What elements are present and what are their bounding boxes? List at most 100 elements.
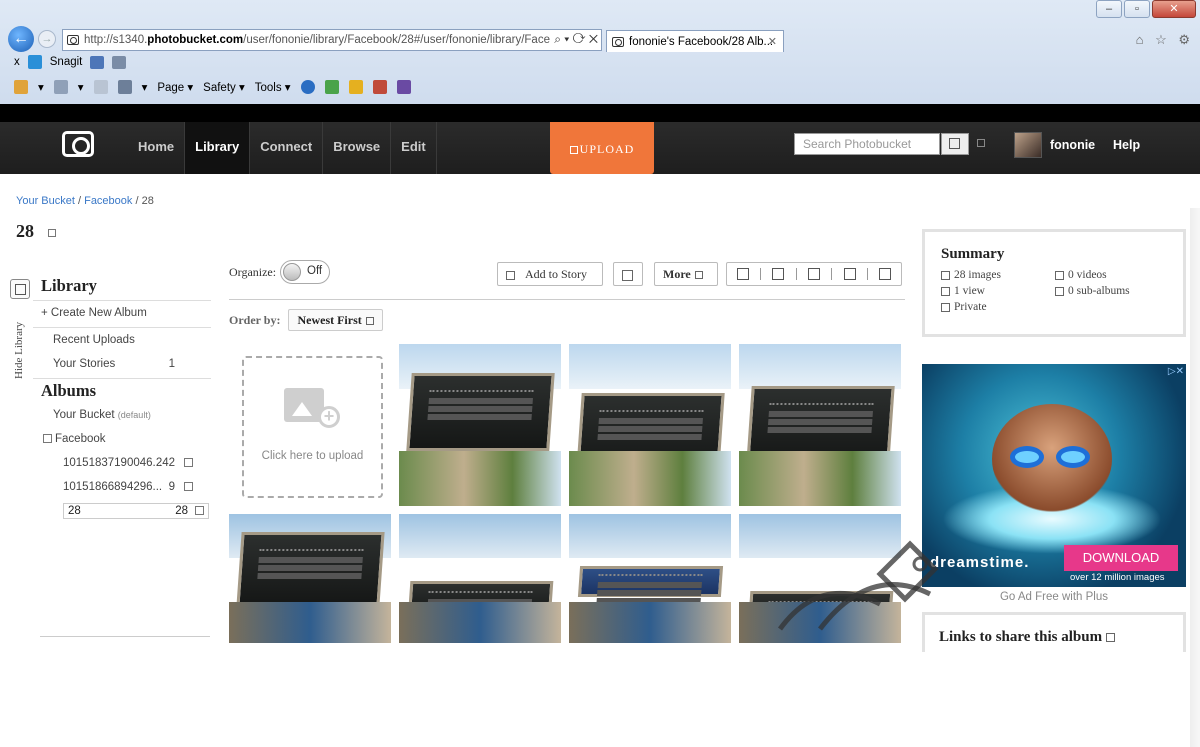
more-button[interactable]: More bbox=[654, 262, 718, 286]
nav-home[interactable]: Home bbox=[128, 122, 186, 174]
view-actions-group bbox=[726, 262, 902, 286]
ad-choices-icon[interactable]: ▷✕ bbox=[1168, 366, 1184, 377]
sidebar-item-subalbum-1[interactable]: 10151837190046... 242 bbox=[33, 451, 211, 475]
addon-icon-4[interactable] bbox=[396, 80, 411, 94]
close-button[interactable]: ✕ bbox=[1152, 0, 1196, 18]
view-action-5-icon[interactable] bbox=[879, 268, 892, 280]
help-link[interactable]: Help bbox=[1113, 131, 1140, 159]
sidebar-item-your-stories[interactable]: Your Stories 1 bbox=[33, 352, 211, 376]
create-album-link[interactable]: + Create New Album bbox=[33, 301, 211, 325]
add-to-story-button[interactable]: Add to Story bbox=[497, 262, 603, 286]
search-options-icon[interactable] bbox=[977, 139, 985, 147]
subalbum-3-options-icon[interactable] bbox=[195, 506, 204, 515]
albums-heading: Albums bbox=[41, 381, 97, 400]
nav-library[interactable]: Library bbox=[185, 122, 251, 174]
view-action-1-icon[interactable] bbox=[736, 268, 749, 280]
breadcrumb-your-bucket[interactable]: Your Bucket bbox=[16, 195, 75, 207]
order-by-control: Order by: Newest First bbox=[229, 309, 383, 331]
sidebar-item-facebook[interactable]: Facebook bbox=[33, 427, 211, 451]
tab-close-icon[interactable]: ✕ bbox=[768, 35, 777, 48]
photo-sky bbox=[569, 514, 731, 558]
address-controls[interactable]: ⌕ ▾ ⟳ ✕ bbox=[550, 32, 598, 47]
upload-button[interactable]: UPLOAD bbox=[550, 122, 654, 174]
search-input[interactable]: Search Photobucket bbox=[794, 133, 940, 155]
ad-download-button[interactable]: DOWNLOAD bbox=[1064, 545, 1178, 571]
nav-connect[interactable]: Connect bbox=[250, 122, 324, 174]
print-icon[interactable] bbox=[117, 80, 132, 94]
back-button[interactable]: ← bbox=[8, 26, 34, 52]
snagit-edit-icon[interactable] bbox=[112, 55, 127, 69]
sidebar-item-subalbum-3[interactable]: 28 28 bbox=[63, 503, 209, 519]
breadcrumb-facebook[interactable]: Facebook bbox=[84, 195, 132, 207]
snagit-label[interactable]: Snagit bbox=[50, 56, 83, 68]
snagit-icon[interactable] bbox=[27, 55, 42, 69]
scrollbar[interactable] bbox=[1190, 208, 1200, 747]
share-options-icon[interactable] bbox=[1106, 633, 1116, 643]
photobucket-logo-icon[interactable] bbox=[62, 131, 94, 157]
address-bar[interactable]: http://s1340. photobucket.com/user/fononi… bbox=[62, 29, 602, 51]
view-action-2-icon[interactable] bbox=[772, 268, 785, 280]
organize-toggle[interactable]: Off bbox=[280, 260, 330, 284]
home-star-gear-icons[interactable]: ⌂ ☆ ⚙ bbox=[1136, 32, 1194, 48]
feeds-dropdown[interactable]: ▾ bbox=[78, 80, 84, 94]
mail-icon[interactable] bbox=[93, 80, 108, 94]
photo-thumbnail-3[interactable] bbox=[739, 344, 901, 506]
subalbum-2-options-icon[interactable] bbox=[184, 482, 193, 491]
search-button[interactable] bbox=[941, 133, 969, 155]
your-stories-label: Your Stories bbox=[53, 358, 116, 370]
home-icon[interactable] bbox=[14, 80, 28, 94]
select-icon bbox=[622, 269, 633, 281]
favorites-close-icon[interactable]: x bbox=[14, 56, 20, 68]
summary-heading: Summary bbox=[941, 246, 1005, 262]
go-ad-free-link[interactable]: Go Ad Free with Plus bbox=[922, 591, 1186, 603]
photo-thumbnail-4[interactable] bbox=[229, 514, 391, 643]
upload-label: UPLOAD bbox=[579, 142, 635, 156]
page-title: 28 bbox=[16, 221, 56, 242]
view-action-3-icon[interactable] bbox=[807, 268, 820, 280]
page-menu[interactable]: Page ▾ bbox=[157, 80, 193, 94]
hide-library-button[interactable] bbox=[10, 279, 30, 299]
subalbum-1-count: 242 bbox=[155, 457, 175, 469]
view-action-4-icon[interactable] bbox=[843, 268, 856, 280]
hide-library-toggle[interactable]: Hide Library bbox=[10, 279, 32, 389]
photo-thumbnail-5[interactable] bbox=[399, 514, 561, 643]
home-dropdown[interactable]: ▾ bbox=[38, 80, 44, 94]
order-by-select[interactable]: Newest First bbox=[288, 309, 383, 331]
album-options-icon[interactable] bbox=[48, 228, 56, 237]
photo-thumbnail-7[interactable] bbox=[739, 514, 901, 643]
photo-ground bbox=[399, 601, 561, 643]
browser-tab[interactable]: fononie's Facebook/28 Alb... ✕ bbox=[606, 30, 784, 52]
sidebar-item-recent-uploads[interactable]: Recent Uploads bbox=[33, 328, 211, 352]
photo-thumbnail-1[interactable] bbox=[399, 344, 561, 506]
print-dropdown[interactable]: ▾ bbox=[142, 80, 148, 94]
sidebar-item-subalbum-2[interactable]: 10151866894296... 9 bbox=[33, 475, 211, 499]
safety-menu[interactable]: Safety ▾ bbox=[203, 80, 245, 94]
summary-videos: 0 videos bbox=[1055, 269, 1175, 281]
feeds-icon[interactable] bbox=[53, 80, 68, 94]
photo-thumbnail-2[interactable] bbox=[569, 344, 731, 506]
username[interactable]: fononie bbox=[1050, 131, 1095, 159]
photo-thumbnail-6[interactable] bbox=[569, 514, 731, 643]
organize-label: Organize: bbox=[229, 265, 277, 279]
help-icon[interactable] bbox=[300, 80, 315, 94]
sidebar-item-your-bucket[interactable]: Your Bucket (default) bbox=[33, 403, 211, 427]
nav-browse[interactable]: Browse bbox=[323, 122, 392, 174]
addon-icon-3[interactable] bbox=[372, 80, 387, 94]
summary-privacy[interactable]: Private bbox=[941, 301, 1055, 313]
browser-chrome: – ▫ ✕ ← → http://s1340. photobucket.com/u… bbox=[0, 0, 1200, 104]
maximize-button[interactable]: ▫ bbox=[1124, 0, 1150, 18]
addon-icon-1[interactable] bbox=[324, 80, 339, 94]
minimize-button[interactable]: – bbox=[1096, 0, 1122, 18]
tools-menu[interactable]: Tools ▾ bbox=[255, 80, 291, 94]
story-icon bbox=[506, 270, 515, 280]
select-button[interactable] bbox=[613, 262, 643, 286]
summary-images-text: 28 images bbox=[954, 269, 1001, 281]
forward-button[interactable]: → bbox=[38, 30, 56, 48]
nav-edit[interactable]: Edit bbox=[391, 122, 437, 174]
advertisement[interactable]: ▷✕ dreamstime. DOWNLOAD over 12 million … bbox=[922, 364, 1186, 587]
upload-tile[interactable]: + Click here to upload bbox=[242, 356, 383, 498]
subalbum-1-options-icon[interactable] bbox=[184, 458, 193, 467]
avatar[interactable] bbox=[1014, 132, 1042, 158]
addon-icon-2[interactable] bbox=[348, 80, 363, 94]
snagit-capture-icon[interactable] bbox=[90, 55, 105, 69]
